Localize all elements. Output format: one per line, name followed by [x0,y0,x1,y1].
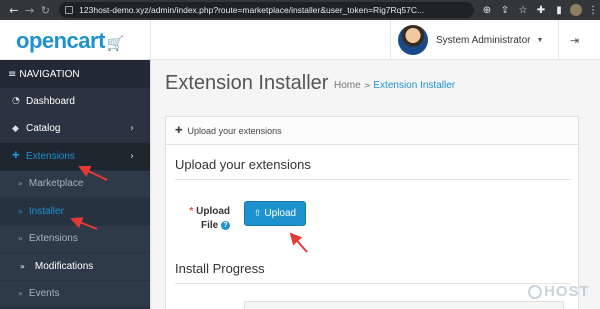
watermark-text: HOST [544,283,590,300]
arrow-to-installer [70,217,98,230]
watermark-logo-icon [528,285,542,300]
arrow-to-upload [289,232,308,253]
arrow-to-extensions [78,165,108,181]
host-watermark: HOST [528,283,590,300]
annotation-arrows [70,165,308,253]
